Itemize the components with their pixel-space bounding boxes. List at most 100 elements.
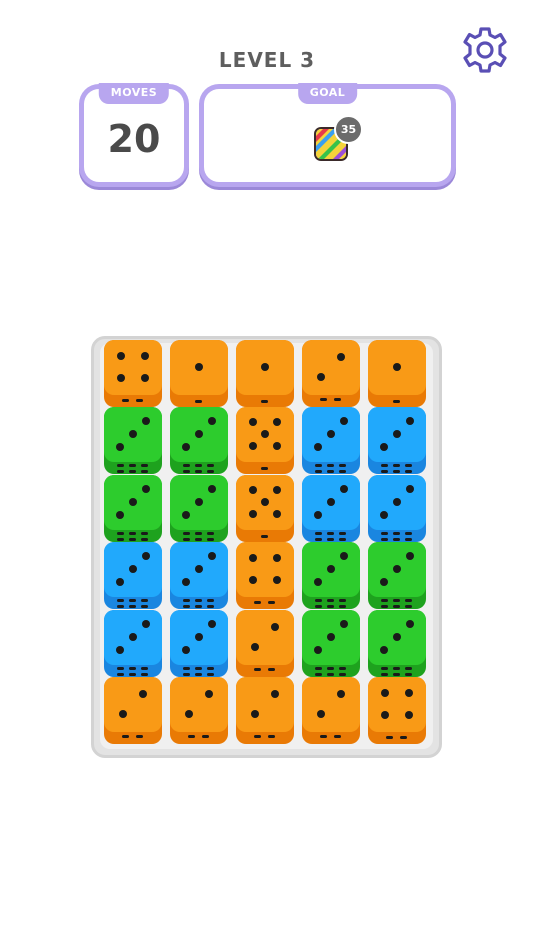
die-side-pip — [334, 735, 341, 738]
die-green[interactable] — [302, 609, 360, 677]
die-side-pip — [129, 599, 136, 603]
die-pip — [119, 710, 127, 718]
die-side-pip — [315, 672, 322, 676]
die-side-pip — [129, 531, 136, 535]
die-side-pip — [141, 605, 148, 609]
die-orange[interactable] — [170, 340, 228, 407]
die-green[interactable] — [104, 474, 162, 542]
die-side-pip — [381, 672, 388, 676]
die-side-pip — [381, 537, 388, 541]
die-pip — [314, 510, 322, 519]
die-green[interactable] — [368, 542, 426, 610]
die-pip — [129, 497, 137, 506]
die-side-pip — [141, 531, 148, 535]
die-orange[interactable] — [302, 677, 360, 744]
die-blue[interactable] — [170, 542, 228, 610]
die-side-pip — [117, 666, 124, 670]
die-face — [302, 609, 360, 665]
die-side-pip — [141, 537, 148, 541]
die-side-pip — [117, 672, 124, 676]
die-pip — [249, 554, 257, 563]
level-title: LEVEL 3 — [218, 48, 316, 72]
die-side-pip — [393, 531, 400, 535]
die-green[interactable] — [104, 407, 162, 475]
die-side-pip — [207, 666, 214, 670]
die-orange[interactable] — [236, 407, 294, 475]
die-orange[interactable] — [236, 609, 294, 677]
die-pip — [327, 632, 335, 641]
die-pip — [340, 552, 348, 561]
die-side-pip — [254, 601, 261, 605]
die-side-pip — [207, 605, 214, 609]
die-orange[interactable] — [302, 340, 360, 407]
die-side-pip — [393, 400, 400, 403]
die-green[interactable] — [170, 407, 228, 475]
die-green[interactable] — [170, 474, 228, 542]
die-side-pip — [129, 666, 136, 670]
die-pip — [116, 443, 124, 452]
die-side-pip — [183, 531, 190, 535]
die-pip — [117, 374, 125, 382]
die-pip — [139, 690, 147, 698]
die-side-pip — [207, 599, 214, 603]
die-orange[interactable] — [236, 340, 294, 407]
die-side-pip — [136, 735, 143, 738]
die-side-pip — [183, 605, 190, 609]
dice-grid — [104, 340, 434, 750]
die-face — [368, 340, 426, 395]
die-pip — [195, 430, 203, 439]
die-side-pip — [386, 736, 393, 739]
die-green[interactable] — [368, 609, 426, 677]
die-orange[interactable] — [236, 677, 294, 744]
die-pip — [261, 363, 269, 371]
die-pip — [249, 418, 257, 427]
die-blue[interactable] — [368, 407, 426, 475]
die-orange[interactable] — [170, 677, 228, 744]
die-blue[interactable] — [104, 542, 162, 610]
goal-panel: GOAL 35 — [199, 83, 456, 187]
die-orange[interactable] — [368, 340, 426, 407]
die-side-pip — [141, 666, 148, 670]
die-pip — [340, 484, 348, 493]
die-pip — [195, 363, 203, 371]
die-blue[interactable] — [170, 609, 228, 677]
die-side-pip — [202, 735, 209, 738]
die-side-pip — [195, 400, 202, 403]
settings-button[interactable] — [459, 24, 511, 76]
die-pip — [340, 619, 348, 628]
die-pip — [406, 417, 414, 426]
die-orange[interactable] — [104, 677, 162, 744]
die-side-pip — [195, 605, 202, 609]
die-blue[interactable] — [104, 609, 162, 677]
die-blue[interactable] — [302, 407, 360, 475]
die-side-pip — [339, 599, 346, 603]
die-face — [104, 340, 162, 395]
die-pip — [129, 632, 137, 641]
die-pip — [406, 484, 414, 493]
die-pip — [205, 690, 213, 698]
die-orange[interactable] — [236, 474, 294, 542]
die-face — [368, 542, 426, 598]
die-side-pip — [381, 599, 388, 603]
die-face — [236, 340, 294, 395]
die-pip — [182, 443, 190, 452]
die-orange[interactable] — [236, 542, 294, 610]
die-pip — [380, 578, 388, 587]
die-pip — [380, 443, 388, 452]
die-pip — [381, 689, 389, 697]
die-blue[interactable] — [368, 474, 426, 542]
die-pip — [249, 442, 257, 451]
die-side-pip — [393, 672, 400, 676]
die-face — [368, 677, 426, 732]
die-side-pip — [195, 666, 202, 670]
die-side-pip — [393, 537, 400, 541]
die-side-pip — [122, 399, 129, 402]
die-pip — [393, 497, 401, 506]
die-pip — [273, 442, 281, 451]
die-green[interactable] — [302, 542, 360, 610]
die-pip — [142, 552, 150, 561]
die-orange[interactable] — [368, 677, 426, 744]
die-orange[interactable] — [104, 340, 162, 407]
die-side-pip — [268, 601, 275, 605]
die-blue[interactable] — [302, 474, 360, 542]
